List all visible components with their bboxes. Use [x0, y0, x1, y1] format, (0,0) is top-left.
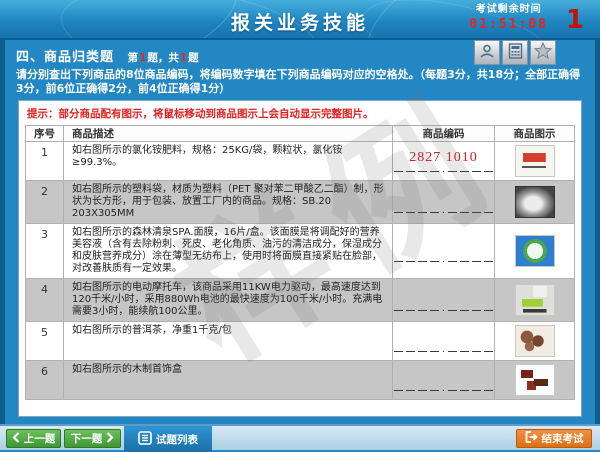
table-row: 2 如右图所示的塑料袋，材质为塑料（PET 聚对苯二甲酸乙二酯）制，形状为长方形…	[26, 181, 575, 224]
chevron-left-icon	[12, 432, 20, 446]
question-counter: 第1题，共1题	[128, 52, 199, 64]
question-list-label: 试题列表	[156, 432, 198, 447]
row-number: 2	[26, 181, 64, 224]
counter-text: 题	[188, 52, 199, 64]
table-row: 6 如右图所示的木制首饰盒 .	[26, 361, 575, 400]
commodity-code-cell[interactable]: .	[393, 181, 495, 224]
table-row: 3 如右图所示的森林清泉SPA.面膜，16片/盒。该面膜是将调配好的营养美容液（…	[26, 224, 575, 279]
section-instructions: 请分别查出下列商品的8位商品编码，将编码数字填在下列商品编码对应的空格处。（每题…	[16, 68, 584, 96]
commodity-image-cell	[495, 322, 575, 361]
product-image[interactable]	[515, 364, 555, 396]
exam-timer: 考试剩余时间 01:51:08	[469, 4, 548, 33]
commodity-image-cell	[495, 224, 575, 279]
table-header-row: 序号商品描述商品编码商品图示	[26, 126, 575, 142]
row-number: 4	[26, 279, 64, 322]
product-image[interactable]	[515, 235, 555, 267]
commodity-image-cell	[495, 361, 575, 400]
previous-question-label: 上一题	[24, 431, 56, 446]
commodity-code-cell[interactable]: .	[393, 361, 495, 400]
column-header: 序号	[26, 126, 64, 142]
commodity-description: 如右图所示的氯化铵肥料，规格：25KG/袋，颗粒状，氯化铵≥99.3%。	[64, 142, 393, 181]
counter-text: 题，共	[147, 52, 179, 64]
next-question-button[interactable]: 下一题	[64, 429, 121, 448]
product-image[interactable]	[515, 325, 555, 357]
column-header: 商品编码	[393, 126, 495, 142]
code-blank-line: .	[393, 208, 494, 213]
candidate-info-button[interactable]	[474, 40, 500, 65]
counter-text: 第	[128, 52, 139, 64]
section-title-bar: 四、商品归类题 第1题，共1题	[16, 46, 199, 65]
table-row: 1 如右图所示的氯化铵肥料，规格：25KG/袋，颗粒状，氯化铵≥99.3%。 2…	[26, 142, 575, 181]
hint-text: 提示：部分商品配有图示，将鼠标移动到商品图示上会自动显示完整图片。	[27, 106, 573, 121]
total-question-number: 1	[179, 52, 188, 64]
row-number: 6	[26, 361, 64, 400]
column-header: 商品图示	[495, 126, 575, 142]
exit-icon	[525, 431, 538, 446]
code-blank-line: .	[393, 167, 494, 172]
end-exam-button[interactable]: 结束考试	[516, 429, 592, 448]
window-border-left	[0, 40, 5, 450]
commodity-code-cell[interactable]: .	[393, 224, 495, 279]
question-list-button[interactable]: 试题列表	[124, 426, 212, 452]
bottom-toolbar: 上一题 下一题 试题列表 结束考试	[0, 424, 600, 450]
product-image[interactable]	[515, 284, 555, 316]
commodity-image-cell	[495, 279, 575, 322]
calculator-button[interactable]	[502, 40, 528, 65]
code-blank-line: .	[393, 257, 494, 262]
end-exam-label: 结束考试	[542, 431, 584, 446]
current-question-number: 1	[138, 52, 147, 64]
chevron-right-icon	[106, 432, 114, 446]
commodity-code-cell[interactable]: 2827 1010 .	[393, 142, 495, 181]
window-border-right	[595, 40, 600, 450]
commodity-image-cell	[495, 142, 575, 181]
previous-question-button[interactable]: 上一题	[6, 429, 61, 448]
app-header: 报关业务技能 考试剩余时间 01:51:08 1	[0, 0, 600, 40]
product-image[interactable]	[515, 186, 555, 218]
commodity-image-cell	[495, 181, 575, 224]
commodity-code-cell[interactable]: .	[393, 322, 495, 361]
question-panel: 提示：部分商品配有图示，将鼠标移动到商品图示上会自动显示完整图片。 序号商品描述…	[18, 100, 582, 417]
commodity-description: 如右图所示的塑料袋，材质为塑料（PET 聚对苯二甲酸乙二酯）制，形状为长方形，用…	[64, 181, 393, 224]
next-question-label: 下一题	[71, 431, 103, 446]
header-tool-buttons	[474, 40, 556, 65]
timer-value: 01:51:08	[469, 17, 548, 33]
row-number: 1	[26, 142, 64, 181]
commodity-description: 如右图所示的电动摩托车，该商品采用11KW电力驱动，最高速度达到120千米/小时…	[64, 279, 393, 322]
code-blank-line: .	[393, 347, 494, 352]
timer-label: 考试剩余时间	[469, 4, 548, 17]
code-blank-line: .	[393, 306, 494, 311]
commodity-description: 如右图所示的木制首饰盒	[64, 361, 393, 400]
section-title: 四、商品归类题	[16, 50, 114, 65]
table-row: 4 如右图所示的电动摩托车，该商品采用11KW电力驱动，最高速度达到120千米/…	[26, 279, 575, 322]
calculator-icon	[508, 43, 523, 63]
row-number: 5	[26, 322, 64, 361]
product-image[interactable]	[515, 145, 555, 177]
commodity-description: 如右图所示的普洱茶，净重1千克/包	[64, 322, 393, 361]
code-blank-line: .	[393, 386, 494, 391]
mark-question-button[interactable]	[530, 40, 556, 65]
commodity-table: 序号商品描述商品编码商品图示 1 如右图所示的氯化铵肥料，规格：25KG/袋，颗…	[25, 125, 575, 400]
column-header: 商品描述	[64, 126, 393, 142]
table-body: 1 如右图所示的氯化铵肥料，规格：25KG/袋，颗粒状，氯化铵≥99.3%。 2…	[26, 142, 575, 400]
attempt-badge: 1	[566, 5, 584, 35]
list-icon	[138, 431, 152, 448]
star-icon	[534, 42, 552, 63]
commodity-code-cell[interactable]: .	[393, 279, 495, 322]
commodity-description: 如右图所示的森林清泉SPA.面膜，16片/盒。该面膜是将调配好的营养美容液（含有…	[64, 224, 393, 279]
user-icon	[479, 43, 495, 63]
row-number: 3	[26, 224, 64, 279]
table-row: 5 如右图所示的普洱茶，净重1千克/包 .	[26, 322, 575, 361]
